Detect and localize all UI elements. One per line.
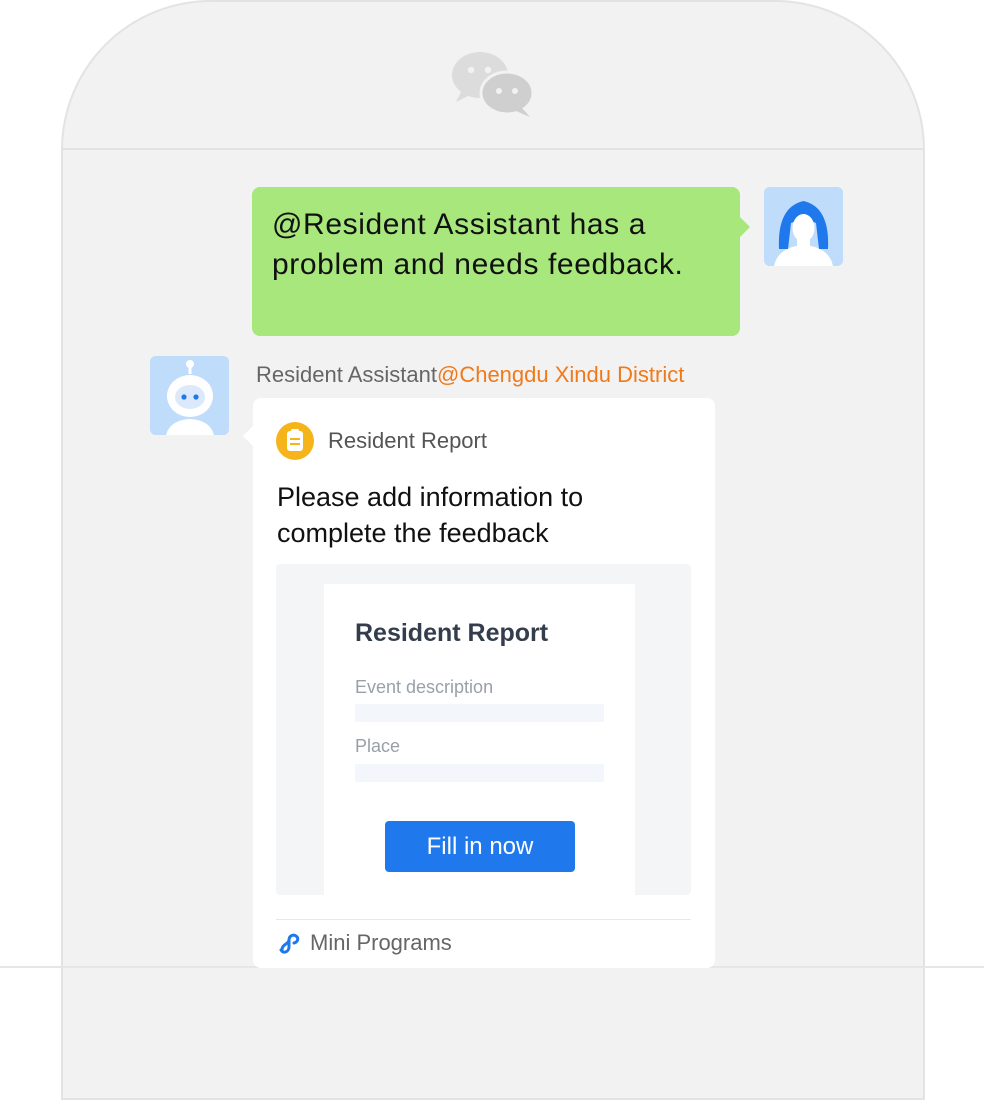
user-avatar-icon[interactable] [764,187,843,266]
fill-in-now-button[interactable]: Fill in now [385,821,575,872]
card-source-name: Resident Report [328,428,487,453]
report-document-icon [276,422,314,460]
place-field [355,764,604,782]
wechat-logo-icon [450,48,536,123]
field-label-place: Place [355,736,401,756]
outgoing-message-text: @Resident Assistant has a problem and ne… [272,208,684,281]
field-label-event-description: Event description [355,677,494,697]
form-preview-sheet: Resident Report Event description Place … [324,584,635,895]
card-title: Please add information to complete the f… [277,482,584,548]
mini-program-card[interactable]: Resident Report Please add information t… [243,398,715,968]
mini-programs-icon [277,930,303,961]
sender-name: Resident Assistant [256,362,437,387]
chat-header [63,2,923,150]
sender-org: @Chengdu Xindu District [436,362,685,387]
card-preview[interactable]: Resident Report Event description Place … [276,564,691,895]
event-description-field [355,704,604,722]
sender-line: Resident Assistant@Chengdu Xindu Distric… [256,362,684,388]
outgoing-message-bubble[interactable]: @Resident Assistant has a problem and ne… [252,187,750,336]
robot-avatar-icon[interactable] [150,356,229,435]
mini-programs-label: Mini Programs [310,930,452,955]
form-title: Resident Report [355,619,549,647]
card-divider [276,919,691,920]
